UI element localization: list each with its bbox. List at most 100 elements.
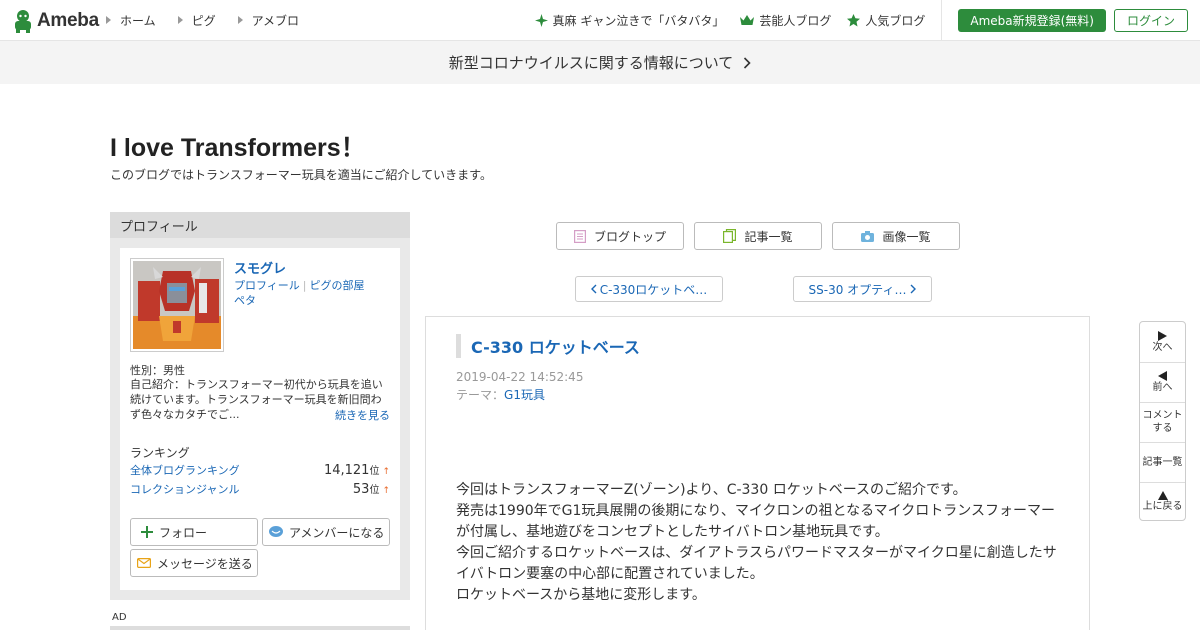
profile-gender: 性別：男性 [130, 364, 185, 377]
image-list-button[interactable]: 画像一覧 [832, 222, 960, 250]
prev-article-button[interactable]: C-330ロケットベ… [575, 276, 723, 302]
theme-link[interactable]: G1玩具 [504, 388, 545, 402]
amember-label: アメンバーになる [289, 525, 385, 540]
ranking-genre-value: 53 [352, 482, 370, 497]
next-article-label: SS-30 オプティ… [808, 282, 907, 297]
covid-notice-label: 新型コロナウイルスに関する情報について [448, 54, 734, 72]
profile-link[interactable]: プロフィール [234, 279, 300, 292]
profile-card: スモグレ プロフィール | ピグの部屋 ペタ 性別：男性 自己紹介：トランスフォーマ… [120, 248, 400, 590]
blog-top-label: ブログトップ [593, 229, 666, 244]
triangle-right-icon [106, 16, 111, 24]
chevron-right-icon [743, 56, 751, 69]
profile-sidebar: プロフィール スモグレ プロフィール | ピグの部屋 ペタ 性別：男性 自己紹介… [110, 212, 410, 600]
trending-topic-label: 真麻 ギャン泣きで「バタバタ」 [552, 13, 725, 28]
triangle-right-icon [177, 16, 183, 24]
article-paragraph: ロケットベースから基地に変形します。 [456, 587, 706, 603]
rank-up-icon: ↑ [382, 467, 390, 477]
article-paragraph: 今回はトランスフォーマーZ(ゾーン)より、C-330 ロケットベースのご紹介です… [456, 482, 967, 498]
camera-icon [861, 230, 875, 242]
blog-title[interactable]: I love Transformers！ [110, 128, 366, 164]
message-button[interactable]: メッセージを送る [130, 549, 258, 577]
peta-link[interactable]: ペタ [234, 294, 256, 307]
top-bar: Ameba ホーム ピグ アメブロ 真麻 ギャン泣きで「バタバタ」 芸能人ブログ… [0, 0, 1200, 41]
celebrity-blog-link[interactable]: 芸能人ブログ [740, 12, 831, 29]
follow-button[interactable]: フォロー [130, 518, 258, 546]
chevron-right-icon [910, 284, 917, 294]
link-separator: | [302, 279, 307, 292]
ameba-mascot-icon [15, 10, 31, 33]
read-more-link[interactable]: 続きを見る [335, 407, 390, 423]
float-prev-label: 前へ [1152, 381, 1173, 393]
copy-icon [723, 229, 737, 243]
profile-links: プロフィール | ピグの部屋 ペタ [234, 278, 394, 308]
float-list-label: 記事一覧 [1142, 456, 1183, 468]
triangle-right-icon [237, 16, 243, 24]
ranking-overall-value: 14,121 [323, 463, 370, 478]
nav-home[interactable]: ホーム [106, 12, 156, 29]
article-paragraph: 今回ご紹介するロケットベースは、ダイアトラスらパワードマスターがマイクロ星に創造… [456, 545, 1057, 582]
float-prev-button[interactable]: 前へ [1140, 362, 1185, 402]
avatar-image [133, 261, 221, 349]
celebrity-blog-label: 芸能人ブログ [759, 13, 832, 28]
article-body: 今回はトランスフォーマーZ(ゾーン)より、C-330 ロケットベースのご紹介です… [456, 480, 1066, 606]
article-list-label: 記事一覧 [744, 229, 793, 244]
float-next-button[interactable]: 次へ [1140, 322, 1185, 362]
header-right: 真麻 ギャン泣きで「バタバタ」 芸能人ブログ 人気ブログ Ameba新規登録(無… [534, 0, 1200, 40]
ranking-unit: 位 [369, 485, 380, 496]
covid-notice-link[interactable]: 新型コロナウイルスに関する情報について [0, 41, 1200, 84]
ranking-unit: 位 [369, 466, 380, 477]
article-list-button[interactable]: 記事一覧 [694, 222, 822, 250]
theme-label: テーマ： [456, 388, 505, 402]
login-button[interactable]: ログイン [1113, 8, 1188, 32]
ranking-genre-link[interactable]: コレクションジャンル [130, 481, 239, 497]
follow-label: フォロー [159, 525, 208, 540]
profile-username[interactable]: スモグレ [234, 258, 286, 277]
popular-blog-link[interactable]: 人気ブログ [847, 12, 925, 29]
global-nav: ホーム ピグ アメブロ [106, 0, 321, 40]
play-right-icon [1158, 330, 1167, 341]
float-comment-label-2: する [1152, 423, 1173, 434]
document-icon [573, 229, 586, 243]
ad-area [110, 626, 410, 630]
popular-blog-label: 人気ブログ [865, 13, 926, 28]
float-top-label: 上に戻る [1142, 501, 1183, 512]
crown-icon [740, 14, 755, 26]
triangle-up-icon [1157, 491, 1168, 500]
float-top-button[interactable]: 上に戻る [1140, 482, 1185, 522]
header-divider [941, 0, 943, 40]
article-title[interactable]: C-330 ロケットベース [456, 334, 640, 358]
star-icon [847, 13, 861, 27]
nav-pigg[interactable]: ピグ [177, 12, 216, 29]
avatar[interactable] [130, 258, 224, 352]
blog-description: このブログではトランスフォーマー玩具を適当にご紹介していきます。 [110, 168, 492, 182]
ameba-logo[interactable]: Ameba [12, 8, 99, 34]
chevron-left-icon [590, 284, 597, 294]
sparkle-icon [534, 13, 548, 27]
blog-top-button[interactable]: ブログトップ [556, 222, 684, 250]
ranking-row-overall: 全体ブログランキング 14,121位 ↑ [130, 462, 390, 478]
next-article-button[interactable]: SS-30 オプティ… [793, 276, 932, 302]
ad-label: AD [112, 612, 127, 623]
float-list-button[interactable]: 記事一覧 [1140, 442, 1185, 482]
play-left-icon [1158, 370, 1167, 381]
pigg-room-link[interactable]: ピグの部屋 [310, 279, 365, 292]
floating-nav: 次へ 前へ コメント する 記事一覧 上に戻る [1139, 321, 1186, 521]
ranking-overall-link[interactable]: 全体ブログランキング [130, 462, 240, 478]
nav-home-label: ホーム [120, 13, 156, 28]
article-date: 2019-04-22 14:52:45 [456, 370, 584, 384]
article-theme: テーマ：G1玩具 [456, 386, 545, 403]
nav-pigg-label: ピグ [191, 13, 216, 28]
article-paragraph: 発売は1990年でG1玩具展開の後期になり、マイクロンの祖となるマイクロトランス… [456, 503, 1056, 540]
trending-topic-link[interactable]: 真麻 ギャン泣きで「バタバタ」 [534, 12, 725, 29]
envelope-icon [137, 558, 151, 568]
prev-article-label: C-330ロケットベ… [599, 282, 708, 297]
float-comment-button[interactable]: コメント する [1140, 402, 1185, 442]
logo-text: Ameba [37, 10, 99, 31]
article-panel: C-330 ロケットベース 2019-04-22 14:52:45 テーマ：G1… [425, 316, 1090, 630]
amember-button[interactable]: アメンバーになる [262, 518, 390, 546]
ranking-row-genre: コレクションジャンル 53位 ↑ [130, 481, 390, 497]
profile-heading: プロフィール [110, 212, 410, 238]
nav-ameblo[interactable]: アメブロ [237, 12, 299, 29]
ranking-heading: ランキング [130, 446, 190, 460]
register-button[interactable]: Ameba新規登録(無料) [958, 8, 1106, 32]
